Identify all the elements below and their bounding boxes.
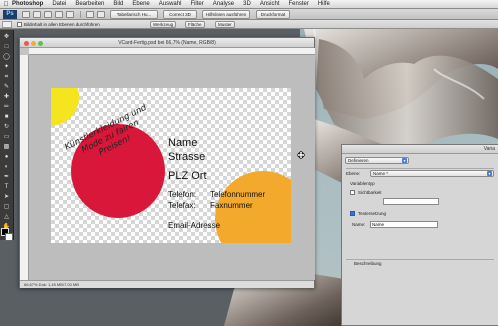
- history-brush-tool-icon[interactable]: ↻: [2, 124, 11, 131]
- bridge-icon[interactable]: [22, 11, 30, 18]
- shape-tool-icon[interactable]: ▢: [2, 204, 11, 211]
- card-phone-label: Telefon:: [168, 190, 197, 199]
- menu-datei[interactable]: Datei: [52, 0, 66, 9]
- zoom-tool-icon[interactable]: [97, 11, 105, 18]
- card-phone-value: Telefonnummer: [210, 190, 266, 199]
- document-window: VCard-Fertig.psd bei 66,7% (Name, RGB/8)…: [19, 37, 315, 288]
- eraser-tool-icon[interactable]: ▭: [2, 134, 11, 141]
- variable-type-group-label: Variablentyp: [350, 181, 375, 186]
- toolbar-button-1[interactable]: Tabellarisch Hu...: [110, 10, 158, 19]
- move-cursor-icon: [297, 151, 305, 159]
- background-color-swatch[interactable]: [5, 233, 13, 241]
- options-button-2[interactable]: Fläche: [185, 21, 205, 28]
- type-tool-icon[interactable]: T: [2, 184, 11, 191]
- document-status-bar: 66,67% Dok: 1,45 MB/7,00 MB: [20, 280, 314, 288]
- menu-bearbeiten[interactable]: Bearbeiten: [75, 0, 104, 9]
- description-label: Beschreibung: [354, 261, 382, 266]
- panel-divider: [346, 168, 494, 169]
- 3d-tool-icon[interactable]: △: [2, 214, 11, 221]
- mini-bridge-icon[interactable]: [33, 11, 41, 18]
- business-card-artboard[interactable]: Künstlerkleidung und Mode zu fairen Prei…: [51, 88, 291, 243]
- hand-tool-icon[interactable]: [86, 11, 94, 18]
- all-layers-label: Bildinhalt in allen Ebenen durchführen: [24, 22, 100, 27]
- stamp-tool-icon[interactable]: ■: [2, 114, 11, 121]
- document-title: VCard-Fertig.psd bei 66,7% (Name, RGB/8): [118, 40, 216, 46]
- chevron-down-icon: ▾: [402, 158, 407, 163]
- toolbar-button-2[interactable]: Correct 3D: [163, 10, 197, 19]
- toolbar-button-4[interactable]: Druckformat: [256, 10, 290, 19]
- menu-auswahl[interactable]: Auswahl: [159, 0, 182, 9]
- card-street: Strasse: [168, 151, 206, 163]
- card-email: Email-Adresse: [168, 221, 221, 230]
- chevron-down-icon: ▾: [487, 171, 492, 176]
- menu-ebene[interactable]: Ebene: [132, 0, 149, 9]
- application-bar: Ps Tabellarisch Hu... Correct 3D Hilfsli…: [0, 9, 498, 20]
- menu-hilfe[interactable]: Hilfe: [318, 0, 330, 9]
- options-button-1[interactable]: Werkzeug: [150, 21, 177, 28]
- path-selection-tool-icon[interactable]: ➤: [2, 194, 11, 201]
- variables-panel: Varia Definieren ▾ Ebene: Name * ▾ Varia…: [341, 144, 498, 326]
- card-fax-value: Faxnummer: [210, 201, 253, 210]
- magic-wand-tool-icon[interactable]: ✦: [2, 64, 11, 71]
- healing-tool-icon[interactable]: ✚: [2, 94, 11, 101]
- all-layers-checkbox[interactable]: [17, 22, 22, 27]
- panel-divider: [346, 259, 494, 260]
- gradient-tool-icon[interactable]: ▩: [2, 144, 11, 151]
- lasso-tool-icon[interactable]: ◯: [2, 54, 11, 61]
- yellow-circle: [51, 88, 79, 126]
- name-input[interactable]: Name: [370, 221, 438, 228]
- menu-filter[interactable]: Filter: [190, 0, 203, 9]
- current-tool-icon[interactable]: [2, 21, 12, 28]
- layer-label: Ebene:: [346, 171, 361, 176]
- options-bar: Bildinhalt in allen Ebenen durchführen W…: [0, 20, 498, 29]
- layer-select[interactable]: Name * ▾: [370, 170, 494, 177]
- canvas-area[interactable]: Künstlerkleidung und Mode zu fairen Prei…: [29, 55, 315, 280]
- minimize-window-icon[interactable]: [31, 41, 36, 46]
- menu-bar:  Photoshop Datei Bearbeiten Bild Ebene …: [0, 0, 498, 9]
- visibility-name-input[interactable]: [383, 198, 439, 205]
- document-title-bar: VCard-Fertig.psd bei 66,7% (Name, RGB/8): [20, 38, 314, 48]
- menu-analyse[interactable]: Analyse: [213, 0, 234, 9]
- define-select-value: Definieren: [348, 158, 369, 163]
- card-name: Name: [168, 137, 198, 149]
- photoshop-app-icon: Ps: [3, 10, 17, 19]
- pen-tool-icon[interactable]: ✒: [2, 174, 11, 181]
- crop-tool-icon[interactable]: ⌗: [2, 74, 11, 81]
- zoom-window-icon[interactable]: [38, 41, 43, 46]
- menu-bild[interactable]: Bild: [113, 0, 123, 9]
- toolbar-button-3[interactable]: Hilfslinien ausführen: [202, 10, 250, 19]
- arrange-documents-icon[interactable]: [66, 11, 74, 18]
- layer-select-value: Name *: [373, 171, 389, 176]
- extras-icon[interactable]: [44, 11, 52, 18]
- define-select[interactable]: Definieren ▾: [345, 157, 409, 164]
- menu-3d[interactable]: 3D: [243, 0, 251, 9]
- text-replace-checkbox[interactable]: [350, 211, 355, 216]
- document-status-text: 66,67% Dok: 1,45 MB/7,00 MB: [24, 282, 79, 287]
- eyedropper-tool-icon[interactable]: ✎: [2, 84, 11, 91]
- menu-fenster[interactable]: Fenster: [289, 0, 309, 9]
- card-fax-label: Telefax:: [168, 201, 196, 210]
- vertical-ruler[interactable]: [20, 55, 29, 280]
- apple-icon[interactable]: : [0, 1, 12, 8]
- close-window-icon[interactable]: [24, 41, 29, 46]
- color-swatches: [0, 226, 14, 246]
- variables-panel-title: Varia: [342, 145, 498, 154]
- horizontal-ruler[interactable]: [29, 48, 315, 55]
- brush-tool-icon[interactable]: ✏: [2, 104, 11, 111]
- text-replace-label: Textersetzung: [358, 211, 387, 216]
- menu-app-photoshop[interactable]: Photoshop: [12, 0, 43, 9]
- marquee-tool-icon[interactable]: □: [2, 44, 11, 51]
- card-city: PLZ Ort: [168, 170, 207, 182]
- dodge-tool-icon[interactable]: ◐: [2, 164, 11, 171]
- menu-ansicht[interactable]: Ansicht: [260, 0, 280, 9]
- visibility-checkbox[interactable]: [350, 190, 355, 195]
- move-tool-icon[interactable]: ✥: [2, 34, 11, 41]
- zoom-level-icon[interactable]: [55, 11, 63, 18]
- tools-panel: ✥ □ ◯ ✦ ⌗ ✎ ✚ ✏ ■ ↻ ▭ ▩ ● ◐ ✒ T ➤ ▢ △ ✋ …: [0, 30, 14, 240]
- blur-tool-icon[interactable]: ●: [2, 154, 11, 161]
- visibility-label: Sichtbarkeit: [358, 190, 382, 195]
- name-label: Name:: [352, 222, 366, 227]
- options-button-3[interactable]: Muster: [215, 21, 235, 28]
- toolbar-divider: [80, 11, 81, 18]
